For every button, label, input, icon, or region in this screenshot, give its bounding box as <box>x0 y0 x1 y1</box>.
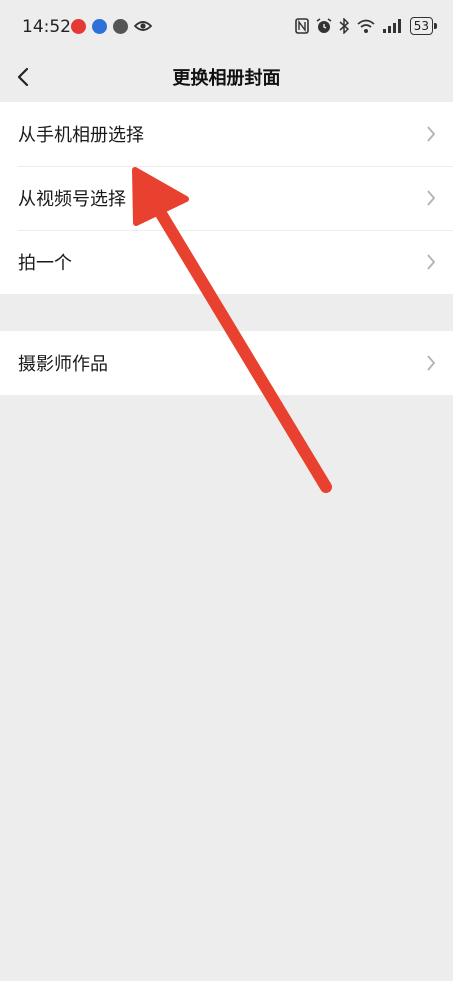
battery-icon: 53 <box>409 17 438 35</box>
nfc-icon <box>294 18 309 34</box>
option-label: 从手机相册选择 <box>18 125 144 146</box>
navigation-bar: 更换相册封面 <box>0 54 453 102</box>
notification-app-icon-2 <box>92 19 107 34</box>
status-bar: 14:52 53 <box>0 0 453 54</box>
bluetooth-icon <box>339 18 349 34</box>
signal-icon <box>382 19 401 33</box>
option-from-channels[interactable]: 从视频号选择 <box>0 166 453 230</box>
chevron-right-icon <box>427 355 436 371</box>
wifi-icon <box>357 19 375 33</box>
cover-source-options: 从手机相册选择 从视频号选择 拍一个 <box>0 102 453 294</box>
chevron-right-icon <box>427 126 436 142</box>
option-photographer-works[interactable]: 摄影师作品 <box>0 331 453 395</box>
alarm-icon <box>316 18 332 33</box>
option-label: 摄影师作品 <box>18 354 108 375</box>
option-from-phone-album[interactable]: 从手机相册选择 <box>0 102 453 166</box>
page-title: 更换相册封面 <box>172 68 281 89</box>
notification-app-icon-1 <box>71 19 86 34</box>
status-time: 14:52 <box>22 17 71 37</box>
option-label: 从视频号选择 <box>18 189 126 210</box>
option-label: 拍一个 <box>18 253 72 274</box>
eye-icon <box>134 21 152 31</box>
option-take-photo[interactable]: 拍一个 <box>0 230 453 294</box>
photographer-options: 摄影师作品 <box>0 331 453 395</box>
chevron-right-icon <box>427 190 436 206</box>
chevron-right-icon <box>427 254 436 270</box>
notification-app-icon-3 <box>113 19 128 34</box>
